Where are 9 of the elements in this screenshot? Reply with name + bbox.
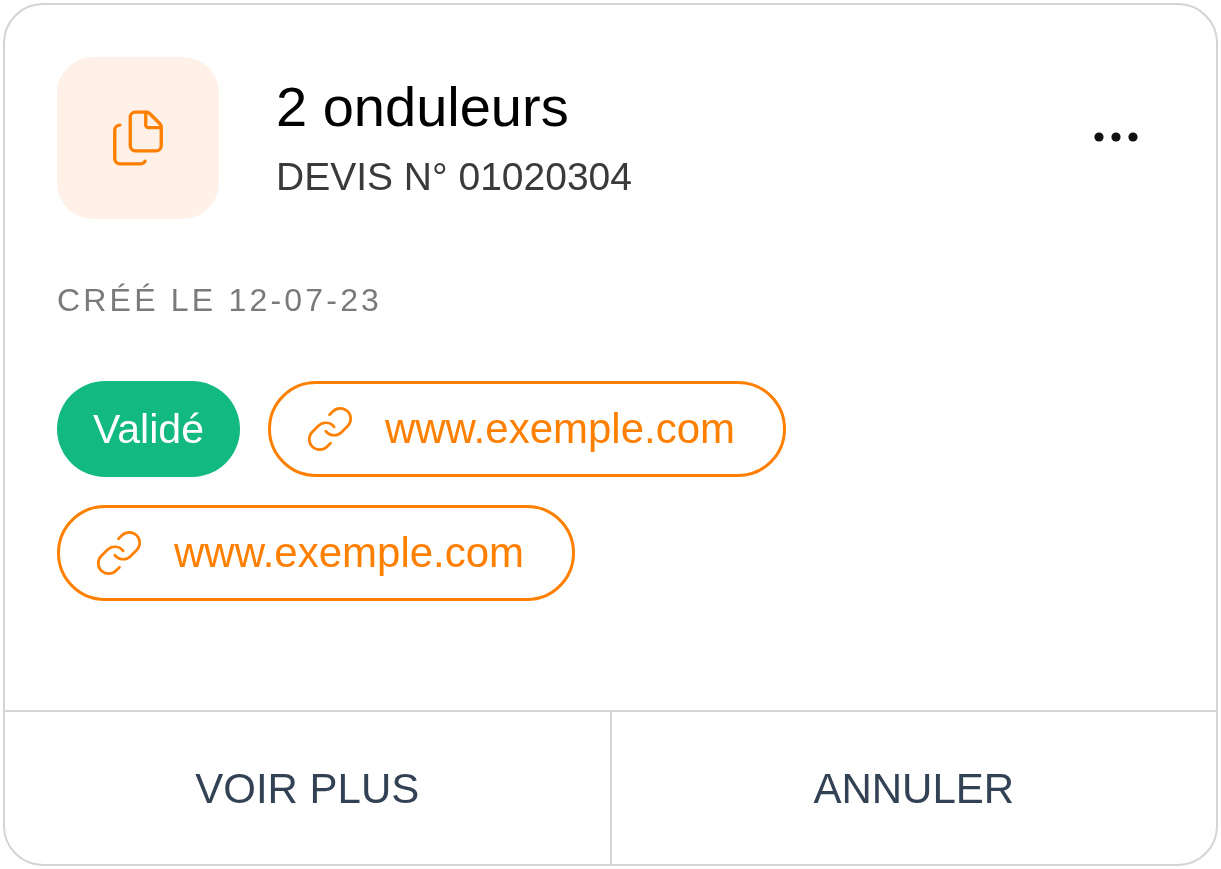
document-tile-icon <box>57 57 219 219</box>
quote-number: DEVIS N° 01020304 <box>276 155 633 199</box>
footer-action-button[interactable]: ANNULER <box>609 712 1216 864</box>
card-title: 2 onduleurs <box>276 75 570 139</box>
created-date: CRÉÉ LE 12-07-23 <box>57 282 383 318</box>
ellipsis-icon <box>1094 132 1138 142</box>
status-badge: Validé <box>57 381 240 477</box>
footer-action-button[interactable]: VOIR PLUS <box>5 712 610 864</box>
link-icon <box>94 528 144 578</box>
